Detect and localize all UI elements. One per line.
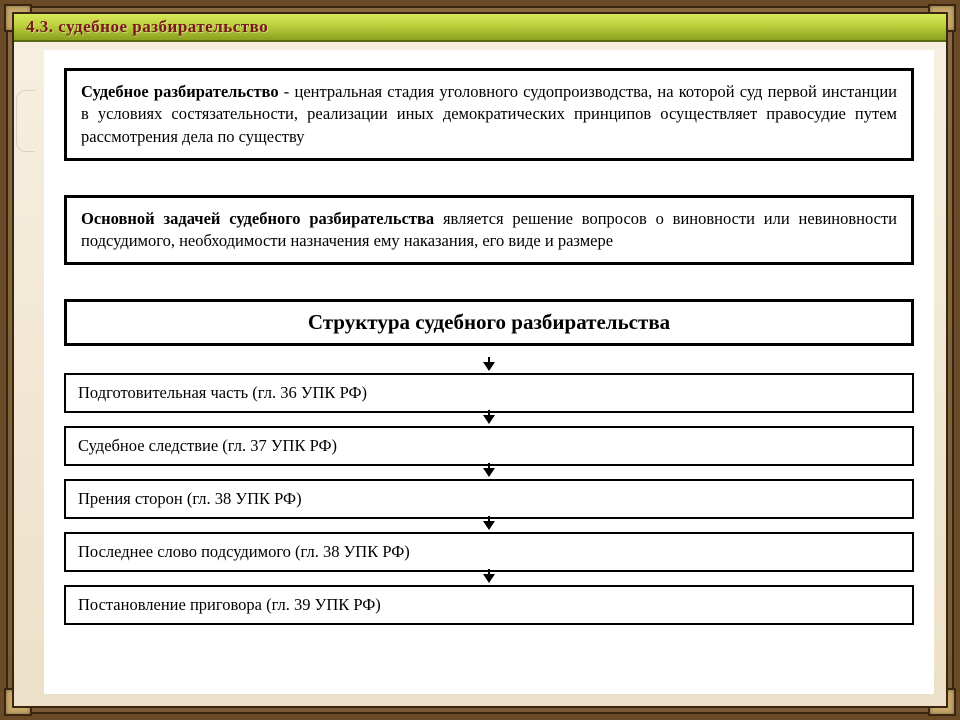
definition-dash: - — [279, 82, 295, 101]
structure-step-label: Прения сторон (гл. 38 УПК РФ) — [78, 489, 302, 508]
structure-step: Постановление приговора (гл. 39 УПК РФ) — [64, 585, 914, 625]
task-lead: Основной задачей судебного разбирательст… — [81, 209, 434, 228]
structure-step-label: Подготовительная часть (гл. 36 УПК РФ) — [78, 383, 367, 402]
structure-step-label: Постановление приговора (гл. 39 УПК РФ) — [78, 595, 381, 614]
slide-title: 4.3. судебное разбирательство — [26, 17, 268, 37]
task-box: Основной задачей судебного разбирательст… — [64, 195, 914, 266]
outer-frame: 4.3. судебное разбирательство Судебное р… — [0, 0, 960, 720]
structure-title: Структура судебного разбирательства — [308, 310, 670, 334]
structure-step-label: Последнее слово подсудимого (гл. 38 УПК … — [78, 542, 410, 561]
structure-step: Последнее слово подсудимого (гл. 38 УПК … — [64, 532, 914, 572]
down-arrow-icon — [483, 362, 495, 371]
down-arrow-icon — [483, 468, 495, 477]
slide-inner: 4.3. судебное разбирательство Судебное р… — [12, 12, 948, 708]
structure-step-label: Судебное следствие (гл. 37 УПК РФ) — [78, 436, 337, 455]
definition-term: Судебное разбирательство — [81, 82, 279, 101]
down-arrow-icon — [483, 521, 495, 530]
structure-step: Судебное следствие (гл. 37 УПК РФ) — [64, 426, 914, 466]
content-area: Судебное разбирательство - центральная с… — [44, 50, 934, 694]
header-bar: 4.3. судебное разбирательство — [14, 14, 946, 42]
structure-step: Прения сторон (гл. 38 УПК РФ) — [64, 479, 914, 519]
structure-flow: Подготовительная часть (гл. 36 УПК РФ) С… — [64, 360, 914, 625]
mid-frame: 4.3. судебное разбирательство Судебное р… — [6, 6, 954, 714]
down-arrow-icon — [483, 574, 495, 583]
structure-step: Подготовительная часть (гл. 36 УПК РФ) — [64, 373, 914, 413]
down-arrow-icon — [483, 415, 495, 424]
definition-box: Судебное разбирательство - центральная с… — [64, 68, 914, 161]
structure-title-box: Структура судебного разбирательства — [64, 299, 914, 346]
